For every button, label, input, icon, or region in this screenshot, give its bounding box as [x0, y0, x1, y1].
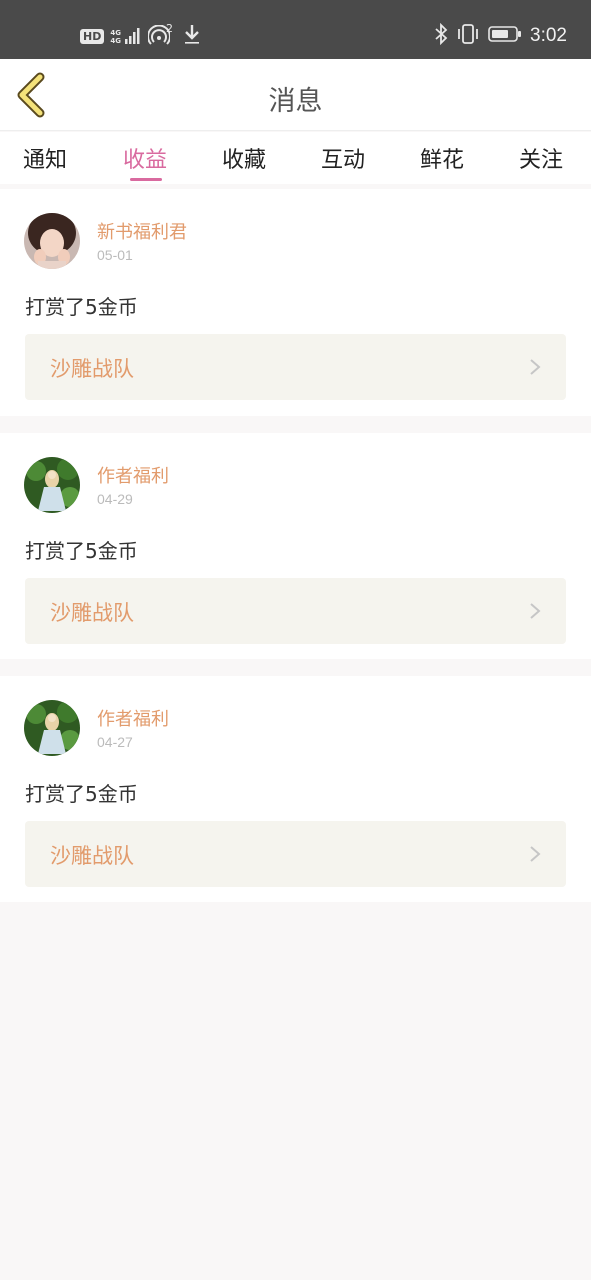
download-icon: [183, 23, 201, 49]
book-title: 沙雕战队: [50, 357, 134, 381]
bluetooth-icon: [434, 22, 448, 49]
sender-name[interactable]: 新书福利君: [97, 218, 187, 244]
hotspot-count: 2: [165, 21, 173, 35]
chevron-right-icon: [528, 602, 542, 620]
avatar[interactable]: [24, 213, 80, 269]
message-card: 新书福利君 05-01 打赏了5金币 沙雕战队: [0, 189, 591, 416]
sender-name[interactable]: 作者福利: [97, 705, 169, 731]
book-title: 沙雕战队: [50, 844, 134, 868]
message-date: 04-27: [97, 734, 133, 750]
tab-following[interactable]: 关注: [519, 142, 563, 174]
status-left-icons: HD 4G 4G 2: [80, 22, 201, 50]
chevron-right-icon: [528, 845, 542, 863]
book-title: 沙雕战队: [50, 601, 134, 625]
status-bar: HD 4G 4G 2 3:02: [0, 0, 591, 59]
book-link[interactable]: 沙雕战队: [25, 578, 566, 644]
message-text: 打赏了5金币: [25, 782, 138, 806]
page-title: 消息: [268, 86, 323, 117]
hotspot-icon: 2: [147, 21, 177, 47]
avatar[interactable]: [24, 457, 80, 513]
vibrate-icon: [456, 23, 480, 49]
tab-flowers[interactable]: 鲜花: [420, 142, 464, 174]
book-link[interactable]: 沙雕战队: [25, 821, 566, 887]
tab-interaction[interactable]: 互动: [321, 142, 365, 174]
avatar[interactable]: [24, 700, 80, 756]
book-link[interactable]: 沙雕战队: [25, 334, 566, 400]
tab-notification[interactable]: 通知: [23, 142, 67, 174]
chevron-right-icon: [528, 358, 542, 376]
message-text: 打赏了5金币: [25, 539, 138, 563]
active-tab-indicator: [130, 178, 162, 181]
status-right-icons: 3:02: [434, 22, 567, 50]
message-date: 05-01: [97, 247, 133, 263]
signal-icon: 4G 4G: [110, 27, 142, 45]
network-type-top: 4G: [110, 29, 121, 37]
clock-time: 3:02: [530, 25, 567, 46]
message-date: 04-29: [97, 491, 133, 507]
message-card: 作者福利 04-27 打赏了5金币 沙雕战队: [0, 676, 591, 902]
message-text: 打赏了5金币: [25, 295, 138, 319]
sender-name[interactable]: 作者福利: [97, 462, 169, 488]
message-card: 作者福利 04-29 打赏了5金币 沙雕战队: [0, 433, 591, 659]
network-type-bottom: 4G: [110, 37, 121, 45]
top-nav-bar: 消息: [0, 59, 591, 131]
tab-earnings[interactable]: 收益: [123, 142, 167, 174]
tab-bar: 通知 收益 收藏 互动 鲜花 关注: [0, 132, 591, 184]
battery-icon: [488, 25, 522, 47]
tab-favorites[interactable]: 收藏: [222, 142, 266, 174]
hd-indicator: HD: [80, 28, 105, 44]
